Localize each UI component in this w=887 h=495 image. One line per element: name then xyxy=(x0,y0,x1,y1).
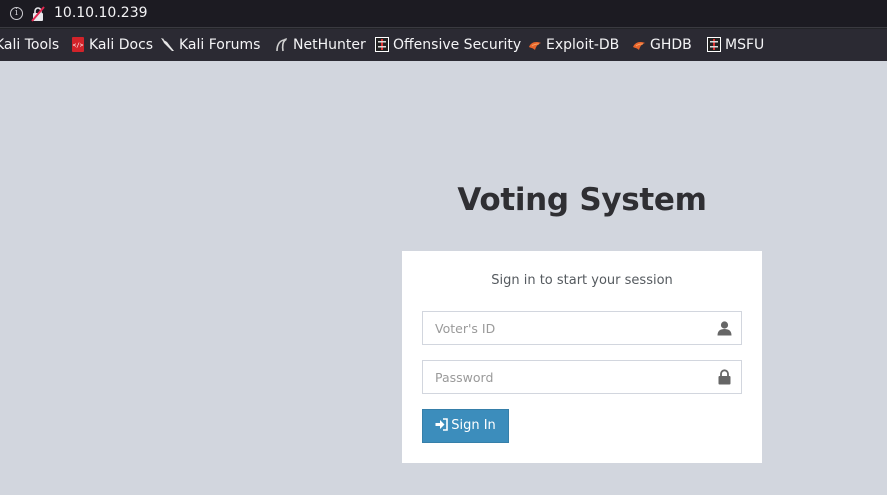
bookmark-label: Kali Docs xyxy=(89,37,154,53)
kali-dragon-icon xyxy=(161,37,174,51)
sign-in-icon xyxy=(435,418,449,431)
bookmark-label: Kali Forums xyxy=(179,37,261,53)
bookmark-label: GHDB xyxy=(650,37,692,53)
password-field xyxy=(422,360,742,394)
sign-in-button[interactable]: Sign In xyxy=(422,409,509,443)
bookmark-label: Offensive Security xyxy=(393,37,522,53)
login-box: Sign in to start your session Sign In xyxy=(402,251,762,463)
bookmark-ghdb[interactable]: GHDB xyxy=(632,36,692,54)
login-subtitle: Sign in to start your session xyxy=(491,273,673,288)
info-icon[interactable]: i xyxy=(10,7,23,20)
exploit-db-icon xyxy=(529,41,541,50)
offsec-icon xyxy=(375,36,389,52)
bookmark-offensive-security[interactable]: Offensive Security xyxy=(375,36,521,54)
bookmark-exploit-db[interactable]: Exploit-DB xyxy=(528,36,619,54)
bookmark-msfu[interactable]: MSFU xyxy=(707,36,764,54)
page-content: Voting System Sign in to start your sess… xyxy=(0,61,887,495)
page-title: Voting System xyxy=(457,182,707,218)
bookmark-label: Kali Tools xyxy=(0,37,60,53)
ghdb-icon xyxy=(633,41,645,50)
bookmark-label: MSFU xyxy=(725,37,765,53)
bookmarks-toolbar: Kali Tools </> Kali Docs Kali Forums Net… xyxy=(0,29,887,61)
user-icon xyxy=(717,321,732,336)
browser-chrome: i 10.10.10.239 Kali Tools </> Kali Docs … xyxy=(0,0,887,61)
password-input[interactable] xyxy=(423,361,711,393)
bookmark-label: Exploit-DB xyxy=(546,37,620,53)
kali-docs-icon: </> xyxy=(72,36,84,52)
bookmark-kali-forums[interactable]: Kali Forums xyxy=(161,36,260,54)
insecure-lock-icon[interactable] xyxy=(30,6,46,22)
url-text[interactable]: 10.10.10.239 xyxy=(54,5,148,21)
voter-id-input[interactable] xyxy=(423,312,711,344)
bookmark-label: NetHunter xyxy=(293,37,366,53)
url-bar[interactable]: i 10.10.10.239 xyxy=(0,0,887,28)
sign-in-label: Sign In xyxy=(451,418,496,433)
svg-text:</>: </> xyxy=(73,42,84,49)
bookmark-nethunter[interactable]: NetHunter xyxy=(275,36,366,54)
msfu-icon xyxy=(707,36,721,52)
bookmark-kali-docs[interactable]: </> Kali Docs xyxy=(71,36,153,54)
lock-icon xyxy=(718,369,731,385)
voter-id-field xyxy=(422,311,742,345)
nethunter-icon xyxy=(276,37,287,51)
bookmark-kali-tools[interactable]: Kali Tools xyxy=(0,36,59,54)
